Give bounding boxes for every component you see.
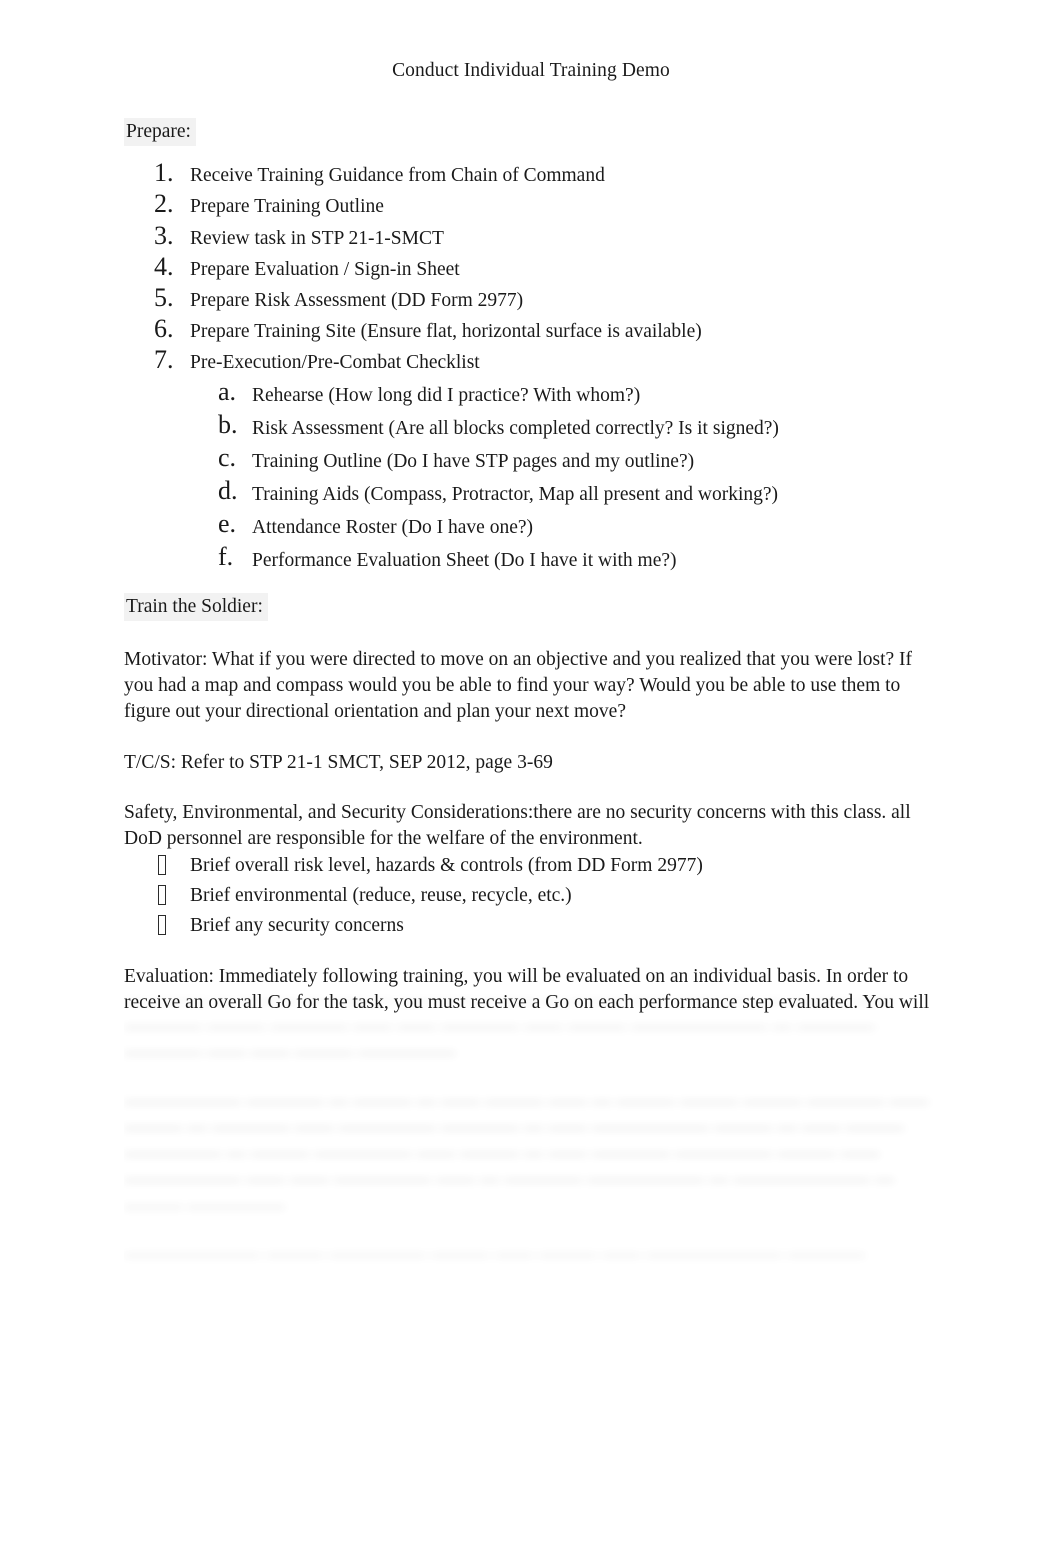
- list-item: d. Training Aids (Compass, Protractor, M…: [124, 476, 944, 508]
- wingding-box-bullet-icon: [158, 855, 166, 876]
- list-item: c. Training Outline (Do I have STP pages…: [124, 443, 944, 475]
- list-marker: 3.: [154, 220, 174, 250]
- evaluation-paragraph: Evaluation: Immediately following traini…: [124, 965, 930, 1013]
- list-item-text: Prepare Risk Assessment (DD Form 2977): [190, 289, 524, 311]
- list-item: 3. Review task in STP 21-1-SMCT: [124, 221, 944, 252]
- pre-combat-checklist-sublist: a. Rehearse (How long did I practice? Wi…: [124, 377, 944, 575]
- list-item: 6. Prepare Training Site (Ensure flat, h…: [124, 314, 944, 345]
- list-item-text: Brief overall risk level, hazards & cont…: [190, 855, 703, 877]
- list-marker: 2.: [154, 189, 174, 219]
- list-item-text: Pre-Execution/Pre-Combat Checklist: [190, 351, 480, 373]
- list-item: 2. Prepare Training Outline: [124, 189, 944, 220]
- motivator-paragraph: Motivator: What if you were directed to …: [124, 648, 913, 723]
- obscured-paragraph-2: —————— ———— — ——— — —— ——— —— — ——— ——— …: [124, 1090, 929, 1217]
- list-marker: c.: [218, 443, 237, 473]
- safety-considerations-paragraph: Safety, Environmental, and Security Cons…: [124, 801, 911, 849]
- list-item: f. Performance Evaluation Sheet (Do I ha…: [124, 542, 944, 574]
- list-item-text: Training Outline (Do I have STP pages an…: [252, 451, 695, 473]
- list-marker: d.: [218, 476, 238, 506]
- list-item: 1. Receive Training Guidance from Chain …: [124, 158, 944, 189]
- list-marker: f.: [218, 542, 234, 572]
- section-heading-train-the-soldier: Train the Soldier:: [124, 592, 268, 621]
- list-item-text: Rehearse (How long did I practice? With …: [252, 385, 641, 406]
- list-item-text: Performance Evaluation Sheet (Do I have …: [252, 550, 677, 572]
- list-item-text: Brief environmental (reduce, reuse, recy…: [190, 885, 572, 907]
- list-item: 4. Prepare Evaluation / Sign-in Sheet: [124, 252, 944, 283]
- list-marker: e.: [218, 509, 237, 539]
- list-item-text: Review task in STP 21-1-SMCT: [190, 227, 444, 249]
- wingding-box-bullet-icon: [158, 885, 166, 906]
- section-heading-prepare: Prepare:: [124, 118, 196, 147]
- list-item: 7. Pre-Execution/Pre-Combat Checklist: [124, 345, 944, 376]
- list-item-text: Attendance Roster (Do I have one?): [252, 517, 534, 539]
- list-marker: 5.: [154, 282, 174, 312]
- list-marker: 1.: [154, 158, 174, 188]
- obscured-preview-region: — ——— — — —— — —— — ———— ——— — ——— —— ——…: [124, 988, 949, 1290]
- list-marker: b.: [218, 410, 238, 440]
- list-item-text: Risk Assessment (Are all blocks complete…: [252, 418, 779, 440]
- list-item: a. Rehearse (How long did I practice? Wi…: [124, 377, 944, 409]
- list-marker: 7.: [154, 344, 174, 374]
- list-item-text: Prepare Training Outline: [190, 196, 384, 218]
- list-item: e. Attendance Roster (Do I have one?): [124, 509, 944, 541]
- document-page: Conduct Individual Training Demo Prepare…: [0, 0, 1062, 1561]
- tcs-paragraph: T/C/S: Refer to STP 21-1 SMCT, SEP 2012,…: [124, 751, 553, 773]
- wingding-box-bullet-icon: [158, 915, 166, 936]
- list-item: Brief any security concerns: [124, 912, 944, 939]
- list-item-text: Training Aids (Compass, Protractor, Map …: [252, 484, 779, 506]
- list-item: Brief overall risk level, hazards & cont…: [124, 852, 944, 879]
- list-item: Brief environmental (reduce, reuse, recy…: [124, 882, 944, 909]
- list-item: b. Risk Assessment (Are all blocks compl…: [124, 410, 944, 442]
- obscured-paragraph-3: ——————— ——— ————— ——— —— ——— —— ——————— …: [124, 1243, 865, 1265]
- page-title: Conduct Individual Training Demo: [392, 60, 670, 81]
- prepare-steps-list: 1. Receive Training Guidance from Chain …: [124, 158, 944, 376]
- safety-bullet-list: Brief overall risk level, hazards & cont…: [124, 852, 944, 939]
- list-marker: a.: [218, 377, 237, 406]
- list-marker: 6.: [154, 313, 174, 343]
- list-item-text: Receive Training Guidance from Chain of …: [190, 165, 605, 187]
- list-item-text: Prepare Evaluation / Sign-in Sheet: [190, 258, 460, 280]
- list-item-text: Prepare Training Site (Ensure flat, hori…: [190, 320, 702, 342]
- document-body: Prepare: 1. Receive Training Guidance fr…: [124, 118, 944, 1016]
- list-item: 5. Prepare Risk Assessment (DD Form 2977…: [124, 283, 944, 314]
- list-item-text: Brief any security concerns: [190, 915, 404, 937]
- list-marker: 4.: [154, 251, 174, 281]
